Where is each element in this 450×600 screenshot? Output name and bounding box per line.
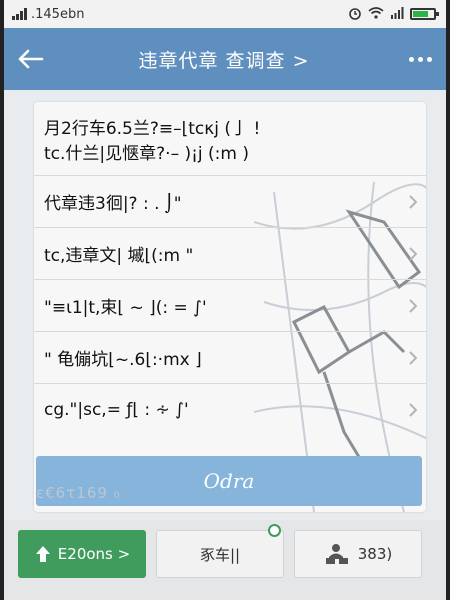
chevron-right-icon [409,350,418,365]
list-item-line1: " 龟傰坑⌊~.6⌊:·mx ⌋ [44,350,202,370]
phone-screen: .145ebn 违章代章 查调查 > 月2行车6.5兰?≡–⌊tcκj (亅 !… [0,0,450,600]
tab-delivery[interactable]: 383) [294,530,422,578]
battery-icon [410,8,439,20]
list-item-line1: tc,违章文| 墄⌊(:m " [44,246,194,266]
page-title[interactable]: 违章代章 查调查 > [56,46,392,73]
more-dot [409,56,414,62]
faded-watermark-text: ε€6τ169 ₀ [36,484,121,502]
arrow-up-icon [35,546,50,562]
list-item[interactable]: "≡ι1|t,束⌊ ~ ⌋(: = ∫' [34,280,426,332]
arrow-left-icon [18,49,44,69]
wifi-icon [368,6,384,22]
back-button[interactable] [16,39,56,79]
more-button[interactable] [392,39,432,79]
list-item[interactable]: 代章违3徊|? : . ⌡" [34,176,426,228]
chevron-right-icon [409,194,418,209]
tab-secondary-label: 豖车|| [199,545,241,564]
signal-icon [12,8,27,20]
delivery-person-icon [325,544,348,564]
violation-list: 月2行车6.5兰?≡–⌊tcκj (亅 ! tc.什兰|见惬章?·– )¡j (… [34,102,426,436]
list-item-line1: "≡ι1|t,束⌊ ~ ⌋(: = ∫' [44,298,207,318]
more-dot [418,56,423,62]
app-header: 违章代章 查调查 > [4,28,446,90]
tab-primary[interactable]: E20ons > [18,530,146,578]
notification-dot [268,524,281,537]
list-item-line2: tc.什兰|见惬章?·– )¡j (:m ) [44,143,250,164]
list-item[interactable]: cg."|sc,= ƒ⌊ : ∻ ∫' [34,384,426,436]
tab-primary-label: E20ons > [57,545,131,563]
list-item-line1: 月2行车6.5兰?≡–⌊tcκj (亅 ! [44,118,261,139]
chevron-right-icon [409,403,418,417]
list-item[interactable]: tc,违章文| 墄⌊(:m " [34,228,426,280]
alarm-icon [348,6,362,23]
tab-secondary[interactable]: 豖车|| [156,524,284,578]
violation-card: 月2行车6.5兰?≡–⌊tcκj (亅 ! tc.什兰|见惬章?·– )¡j (… [34,102,426,512]
list-item-line1: 代章违3徊|? : . ⌡" [44,194,182,214]
bottom-nav: E20ons > 豖车|| 383) [4,520,446,600]
chevron-right-icon [409,298,418,313]
status-bar: .145ebn [4,0,446,28]
more-dot [427,56,432,62]
carrier-text: .145ebn [31,6,85,22]
tab-delivery-label: 383) [357,545,393,563]
list-item-line1: cg."|sc,= ƒ⌊ : ∻ ∫' [44,400,189,420]
list-item[interactable]: 月2行车6.5兰?≡–⌊tcκj (亅 ! tc.什兰|见惬章?·– )¡j (… [34,102,426,176]
chevron-right-icon [409,246,418,261]
signal-bars-icon [390,6,404,22]
list-item[interactable]: " 龟傰坑⌊~.6⌊:·mx ⌋ [34,332,426,384]
